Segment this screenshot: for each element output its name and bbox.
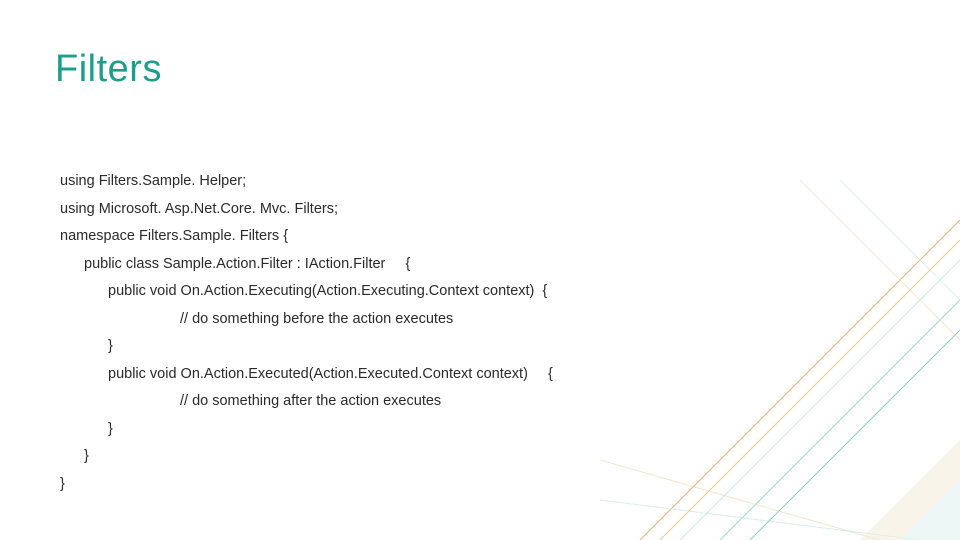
code-line: // do something before the action execut…	[60, 306, 760, 334]
code-line: // do something after the action execute…	[60, 388, 760, 416]
slide-title: Filters	[55, 48, 162, 91]
code-line: using Filters.Sample. Helper;	[60, 168, 760, 196]
code-line: }	[60, 416, 760, 444]
code-line: }	[60, 333, 760, 361]
code-line: using Microsoft. Asp.Net.Core. Mvc. Filt…	[60, 196, 760, 224]
slide: { "title": "Filters", "code": { "l1": "u…	[0, 0, 960, 540]
code-line: }	[60, 443, 760, 471]
code-line: namespace Filters.Sample. Filters {	[60, 223, 760, 251]
code-line: public class Sample.Action.Filter : IAct…	[60, 251, 760, 279]
code-block: using Filters.Sample. Helper; using Micr…	[60, 168, 760, 499]
code-line: }	[60, 471, 760, 499]
code-line: public void On.Action.Executed(Action.Ex…	[60, 361, 760, 389]
code-line: public void On.Action.Executing(Action.E…	[60, 278, 760, 306]
